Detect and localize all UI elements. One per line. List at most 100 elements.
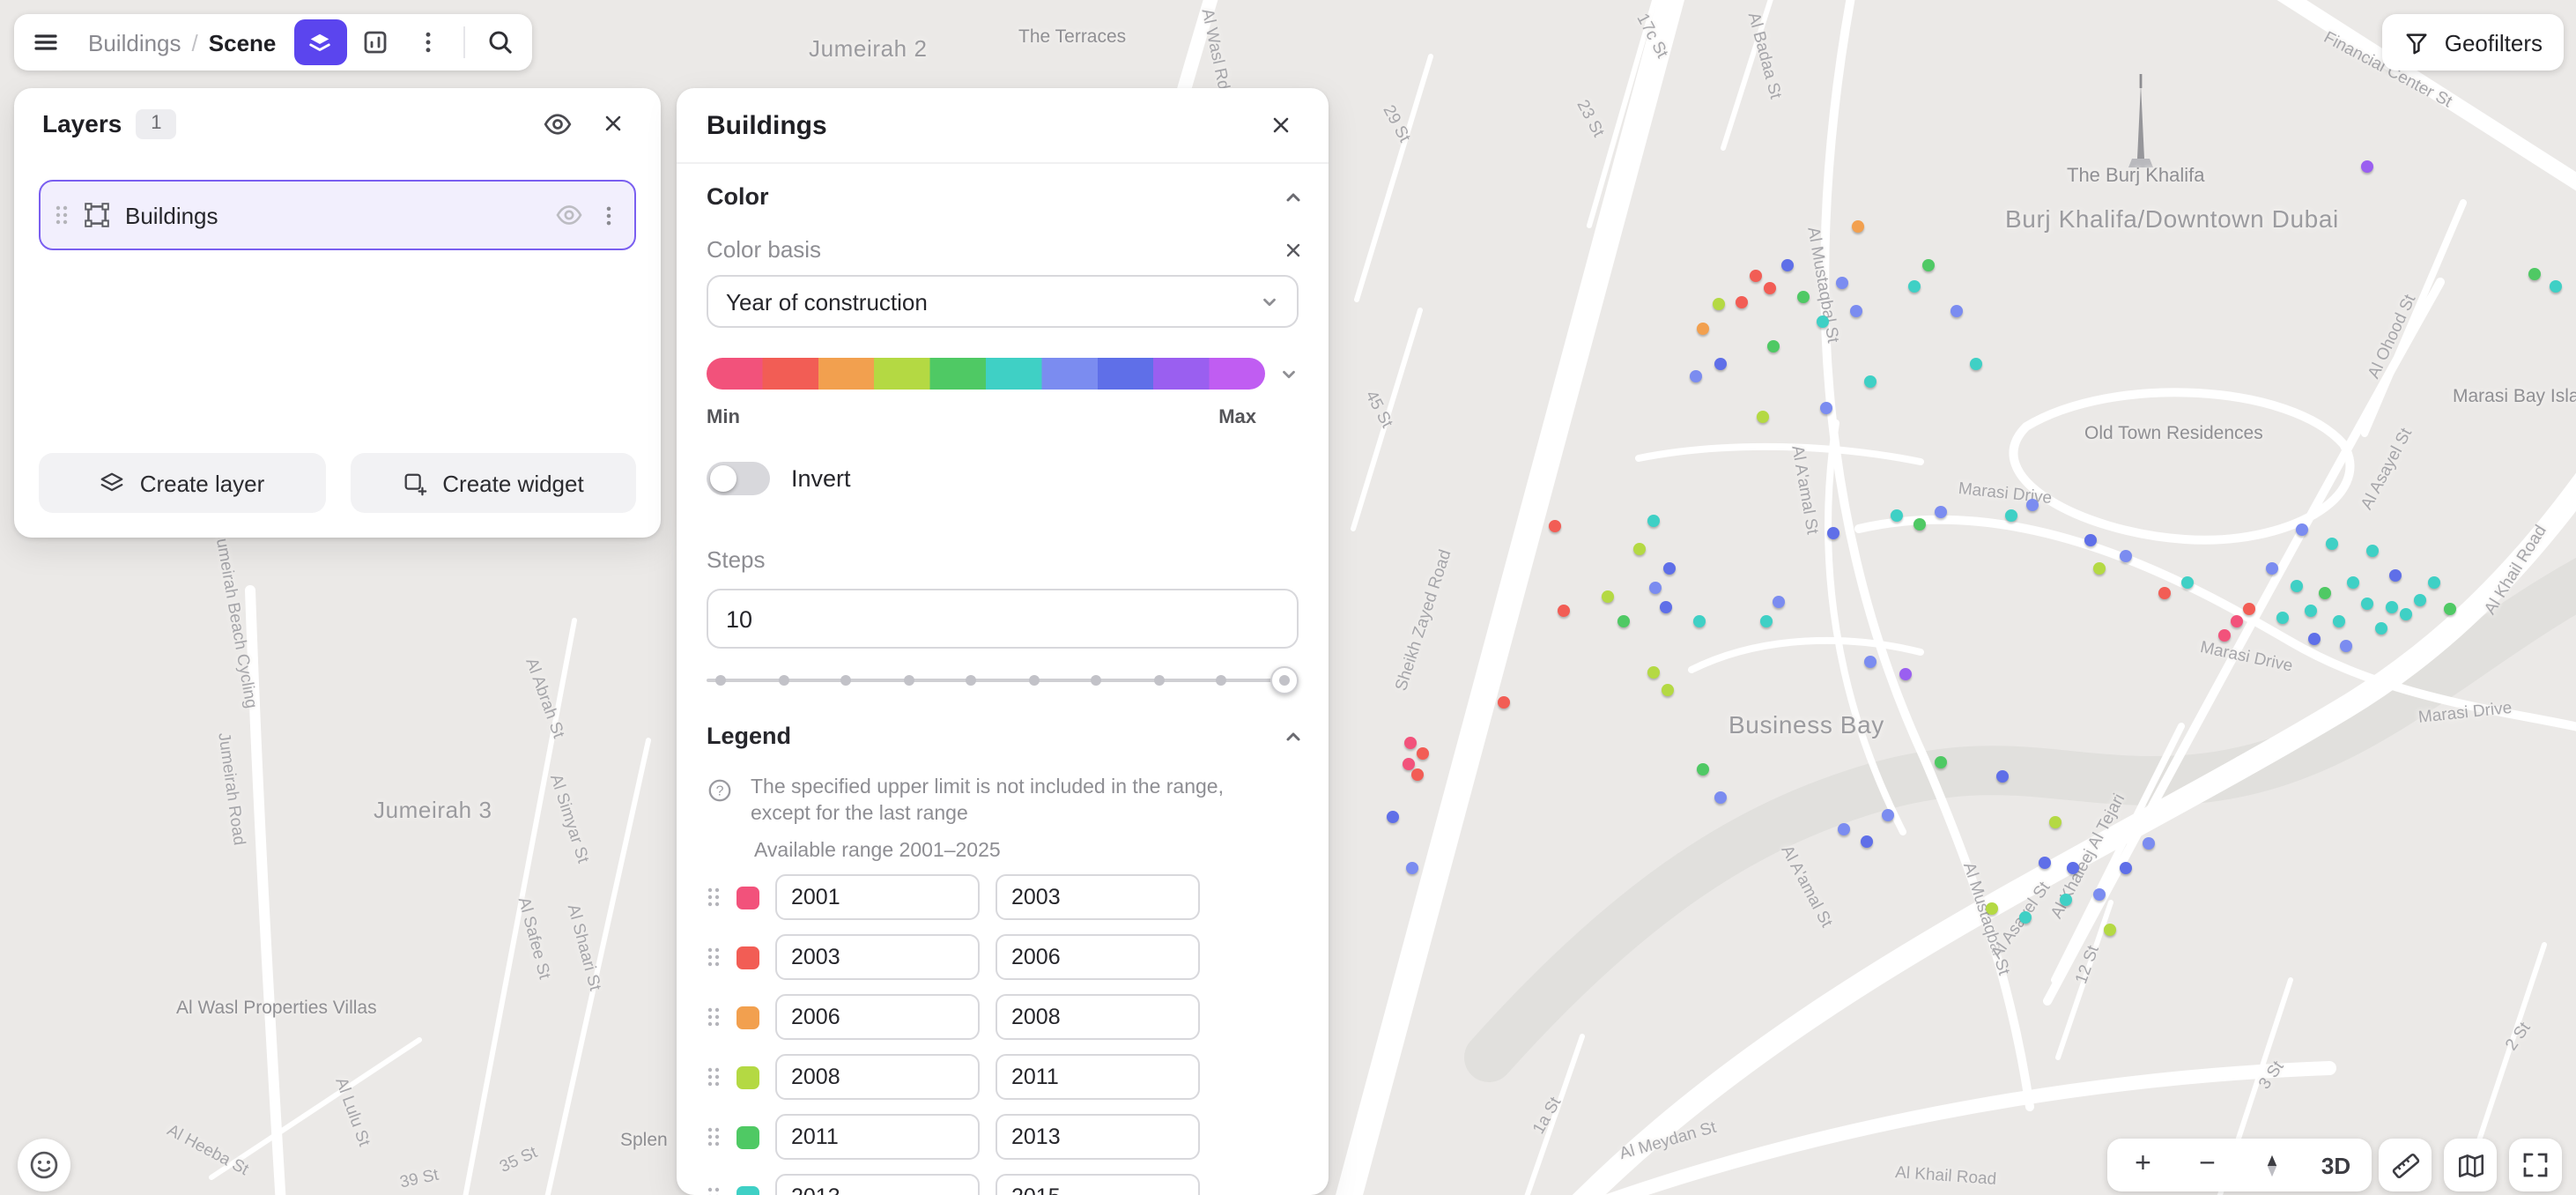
building-point[interactable] — [2084, 533, 2096, 546]
building-point[interactable] — [2004, 508, 2017, 521]
building-point[interactable] — [1849, 304, 1862, 316]
building-point[interactable] — [1735, 295, 1747, 308]
building-point[interactable] — [1756, 410, 1768, 422]
building-point[interactable] — [2318, 586, 2330, 598]
building-point[interactable] — [2549, 279, 2561, 292]
building-point[interactable] — [2325, 537, 2337, 549]
legend-range-from-input[interactable] — [775, 1174, 980, 1195]
building-point[interactable] — [2360, 160, 2372, 172]
building-point[interactable] — [1696, 762, 1708, 775]
legend-range-to-input[interactable] — [996, 1174, 1200, 1195]
slider-step-dot[interactable] — [966, 675, 976, 686]
slider-step-dot[interactable] — [840, 675, 851, 686]
building-point[interactable] — [2339, 639, 2351, 651]
zoom-out-button[interactable]: − — [2178, 1140, 2238, 1190]
building-point[interactable] — [2374, 621, 2387, 634]
legend-range-from-input[interactable] — [775, 934, 980, 980]
building-point[interactable] — [2025, 498, 2038, 510]
building-point[interactable] — [1601, 590, 1613, 602]
building-point[interactable] — [1816, 315, 1828, 327]
main-menu-button[interactable] — [21, 19, 70, 65]
building-point[interactable] — [1497, 695, 1509, 708]
building-point[interactable] — [2119, 861, 2131, 873]
drag-handle-icon[interactable] — [55, 204, 69, 226]
building-point[interactable] — [2059, 893, 2071, 905]
building-point[interactable] — [2092, 887, 2105, 900]
building-point[interactable] — [1548, 519, 1560, 531]
color-section-header[interactable]: Color — [707, 183, 1304, 210]
building-point[interactable] — [1969, 357, 1981, 369]
building-point[interactable] — [1863, 375, 1876, 387]
building-point[interactable] — [2217, 628, 2230, 641]
building-point[interactable] — [1696, 322, 1708, 334]
building-point[interactable] — [1766, 339, 1779, 352]
geofilters-button[interactable]: Geofilters — [2383, 14, 2564, 71]
building-point[interactable] — [1692, 614, 1705, 627]
building-point[interactable] — [1749, 269, 1761, 281]
building-point[interactable] — [2265, 561, 2277, 574]
building-point[interactable] — [1647, 514, 1659, 526]
building-point[interactable] — [2103, 923, 2115, 935]
building-point[interactable] — [2427, 575, 2439, 588]
building-point[interactable] — [1851, 219, 1863, 232]
breadcrumb-project[interactable]: Buildings — [88, 29, 181, 56]
building-point[interactable] — [1403, 736, 1416, 748]
legend-color-swatch[interactable] — [737, 886, 759, 909]
slider-step-dot[interactable] — [715, 675, 726, 686]
building-point[interactable] — [2332, 614, 2344, 627]
steps-input[interactable] — [707, 589, 1299, 649]
building-point[interactable] — [1647, 665, 1659, 678]
slider-step-dot[interactable] — [1092, 675, 1102, 686]
building-point[interactable] — [1881, 808, 1893, 820]
building-point[interactable] — [1402, 757, 1414, 769]
building-point[interactable] — [1714, 357, 1726, 369]
building-point[interactable] — [2307, 632, 2320, 644]
building-point[interactable] — [2242, 602, 2254, 614]
widgets-panel-button[interactable] — [350, 19, 399, 65]
building-point[interactable] — [1557, 604, 1569, 616]
building-point[interactable] — [2276, 611, 2288, 623]
building-point[interactable] — [2528, 267, 2540, 279]
zoom-in-button[interactable]: + — [2113, 1140, 2173, 1190]
legend-range-to-input[interactable] — [996, 934, 1200, 980]
building-point[interactable] — [2304, 604, 2316, 616]
building-point[interactable] — [2066, 861, 2078, 873]
building-point[interactable] — [1863, 655, 1876, 667]
building-point[interactable] — [2360, 597, 2372, 609]
building-point[interactable] — [2158, 586, 2170, 598]
building-point[interactable] — [1819, 401, 1832, 413]
legend-range-from-input[interactable] — [775, 994, 980, 1040]
layer-menu-button[interactable] — [597, 204, 620, 226]
building-point[interactable] — [1416, 746, 1428, 759]
building-point[interactable] — [1796, 290, 1809, 302]
building-point[interactable] — [1921, 258, 1934, 271]
building-point[interactable] — [1759, 614, 1772, 627]
building-point[interactable] — [2399, 607, 2411, 620]
building-point[interactable] — [1899, 667, 1911, 679]
building-point[interactable] — [2018, 910, 2031, 923]
layer-item-buildings[interactable]: Buildings — [39, 180, 636, 250]
building-point[interactable] — [1934, 505, 1946, 517]
layer-visibility-button[interactable] — [555, 201, 583, 229]
layers-panel-button[interactable] — [293, 19, 346, 65]
legend-range-from-input[interactable] — [775, 1054, 980, 1100]
style-panel-close-button[interactable] — [1258, 102, 1304, 148]
building-point[interactable] — [1712, 297, 1724, 309]
building-point[interactable] — [2295, 523, 2307, 535]
building-point[interactable] — [1835, 276, 1847, 288]
building-point[interactable] — [2443, 602, 2455, 614]
legend-range-to-input[interactable] — [996, 874, 1200, 920]
search-button[interactable] — [475, 19, 524, 65]
building-point[interactable] — [2365, 544, 2378, 556]
building-point[interactable] — [2180, 575, 2193, 588]
drag-handle-icon[interactable] — [707, 1066, 721, 1087]
building-point[interactable] — [1913, 517, 1925, 530]
color-basis-select[interactable]: Year of construction — [707, 275, 1299, 328]
create-widget-button[interactable]: Create widget — [350, 453, 636, 513]
building-point[interactable] — [1386, 810, 1398, 822]
building-point[interactable] — [2346, 575, 2358, 588]
legend-range-from-input[interactable] — [775, 874, 980, 920]
building-point[interactable] — [2142, 836, 2154, 849]
drag-handle-icon[interactable] — [707, 1186, 721, 1195]
building-point[interactable] — [2230, 614, 2242, 627]
